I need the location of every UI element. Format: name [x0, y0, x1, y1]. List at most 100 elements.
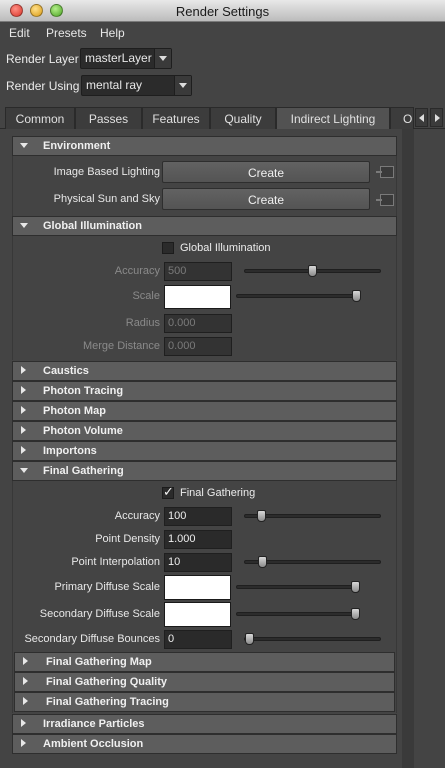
section-title: Importons	[43, 445, 97, 457]
gi-scale-slider[interactable]	[236, 294, 360, 298]
tab-quality[interactable]: Quality	[210, 107, 276, 129]
section-title: Environment	[43, 140, 111, 152]
fg-secondary-bounces-slider-handle[interactable]	[245, 633, 254, 645]
section-title: Final Gathering Quality	[46, 676, 168, 688]
expanded-triangle-icon	[20, 468, 28, 473]
render-layer-dropdown[interactable]: masterLayer	[80, 48, 172, 69]
sun-sky-label: Physical Sun and Sky	[53, 193, 160, 205]
gi-accuracy-label: Accuracy	[114, 265, 160, 277]
section-title: Photon Map	[43, 405, 106, 417]
fg-secondary-bounces-field[interactable]: 0	[164, 630, 232, 649]
fg-secondary-bounces-label: Secondary Diffuse Bounces	[24, 633, 160, 645]
chevron-down-icon	[154, 49, 171, 68]
render-using-dropdown[interactable]: mental ray	[81, 75, 192, 96]
section-global-illumination[interactable]: Global Illumination	[12, 216, 397, 236]
fg-point-interpolation-slider-handle[interactable]	[258, 556, 267, 568]
fg-primary-diffuse-slider-handle[interactable]	[351, 581, 360, 593]
ibl-label: Image Based Lighting	[53, 166, 160, 178]
fg-primary-diffuse-slider[interactable]	[236, 585, 360, 589]
section-environment[interactable]: Environment	[12, 136, 397, 156]
fg-accuracy-slider-handle[interactable]	[257, 510, 266, 522]
expanded-triangle-icon	[20, 143, 28, 148]
section-title: Irradiance Particles	[43, 718, 145, 730]
fg-secondary-diffuse-slider[interactable]	[236, 612, 360, 616]
render-layer-value: masterLayer	[85, 51, 152, 65]
section-title: Photon Volume	[43, 425, 123, 437]
section-ambient-occlusion[interactable]: Ambient Occlusion	[12, 734, 397, 754]
section-title: Global Illumination	[43, 220, 142, 232]
gi-merge-distance-field[interactable]: 0.000	[164, 337, 232, 356]
map-button-icon[interactable]	[376, 194, 394, 206]
menu-presets[interactable]: Presets	[46, 26, 87, 40]
section-final-gathering-quality[interactable]: Final Gathering Quality	[14, 672, 395, 692]
fg-point-interpolation-field[interactable]: 10	[164, 553, 232, 572]
collapsed-triangle-icon	[21, 386, 26, 394]
expanded-triangle-icon	[20, 223, 28, 228]
section-title: Caustics	[43, 365, 89, 377]
menu-bar: Edit Presets Help	[0, 22, 445, 44]
tab-features[interactable]: Features	[142, 107, 210, 129]
title-bar: Render Settings	[0, 0, 445, 22]
fg-checkbox-label: Final Gathering	[180, 487, 256, 499]
collapsed-triangle-icon	[23, 657, 28, 665]
section-final-gathering-tracing[interactable]: Final Gathering Tracing	[14, 692, 395, 712]
section-final-gathering[interactable]: Final Gathering	[12, 461, 397, 481]
gi-scale-slider-handle[interactable]	[352, 290, 361, 302]
collapsed-triangle-icon	[21, 426, 26, 434]
collapsed-triangle-icon	[23, 677, 28, 685]
section-title: Ambient Occlusion	[43, 738, 144, 750]
gi-checkbox-label: Global Illumination	[180, 242, 271, 254]
gi-radius-label: Radius	[125, 317, 160, 329]
fg-primary-diffuse-label: Primary Diffuse Scale	[54, 581, 160, 593]
collapsed-triangle-icon	[21, 719, 26, 727]
collapsed-triangle-icon	[23, 697, 28, 705]
map-button-icon[interactable]	[376, 166, 394, 178]
fg-point-density-label: Point Density	[95, 533, 160, 545]
section-caustics[interactable]: Caustics	[12, 361, 397, 381]
fg-checkbox[interactable]	[162, 485, 174, 500]
collapsed-triangle-icon	[21, 446, 26, 454]
section-title: Final Gathering Tracing	[46, 696, 169, 708]
tab-scroll-right-icon[interactable]	[430, 108, 443, 127]
gi-accuracy-field[interactable]: 500	[164, 262, 232, 281]
gi-radius-field[interactable]: 0.000	[164, 314, 232, 333]
tab-scroll-left-icon[interactable]	[415, 108, 428, 127]
collapsed-triangle-icon	[21, 739, 26, 747]
section-photon-map[interactable]: Photon Map	[12, 401, 397, 421]
vertical-scrollbar[interactable]	[402, 129, 414, 768]
section-title: Final Gathering	[43, 465, 124, 477]
fg-accuracy-field[interactable]: 100	[164, 507, 232, 526]
gi-accuracy-slider-handle[interactable]	[308, 265, 317, 277]
fg-secondary-diffuse-slider-handle[interactable]	[351, 608, 360, 620]
fg-secondary-bounces-slider[interactable]	[244, 637, 381, 641]
gi-scale-label: Scale	[132, 290, 160, 302]
sun-sky-create-button[interactable]: Create	[162, 188, 370, 210]
render-using-value: mental ray	[86, 78, 143, 92]
chevron-down-icon	[174, 76, 191, 95]
window-title: Render Settings	[175, 4, 270, 19]
gi-checkbox[interactable]	[162, 242, 174, 254]
fg-point-density-field[interactable]: 1.000	[164, 530, 232, 549]
menu-edit[interactable]: Edit	[9, 26, 30, 40]
collapsed-triangle-icon	[21, 406, 26, 414]
ibl-create-button[interactable]: Create	[162, 161, 370, 183]
gi-scale-swatch[interactable]	[164, 285, 231, 309]
tab-common[interactable]: Common	[5, 107, 75, 129]
section-importons[interactable]: Importons	[12, 441, 397, 461]
fg-secondary-diffuse-swatch[interactable]	[164, 602, 231, 627]
render-using-label: Render Using	[6, 79, 80, 93]
tab-overflow[interactable]: O	[390, 107, 414, 129]
tab-indirect-lighting[interactable]: Indirect Lighting	[276, 107, 390, 130]
section-photon-volume[interactable]: Photon Volume	[12, 421, 397, 441]
menu-help[interactable]: Help	[100, 26, 125, 40]
section-title: Final Gathering Map	[46, 656, 152, 668]
fg-point-interpolation-label: Point Interpolation	[71, 556, 160, 568]
section-irradiance-particles[interactable]: Irradiance Particles	[12, 714, 397, 734]
section-photon-tracing[interactable]: Photon Tracing	[12, 381, 397, 401]
tab-passes[interactable]: Passes	[75, 107, 142, 129]
tab-bar: Common Passes Features Quality Indirect …	[0, 107, 445, 130]
section-final-gathering-map[interactable]: Final Gathering Map	[14, 652, 395, 672]
gi-merge-distance-label: Merge Distance	[82, 340, 160, 352]
fg-primary-diffuse-swatch[interactable]	[164, 575, 231, 600]
collapsed-triangle-icon	[21, 366, 26, 374]
